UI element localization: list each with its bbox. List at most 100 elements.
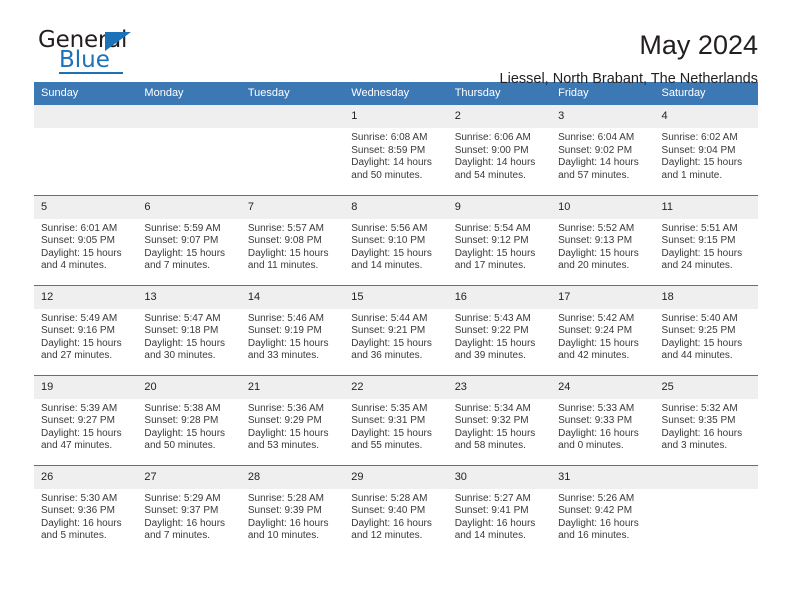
calendar-cell-day-3[interactable]: 3 Sunrise: 6:04 AM Sunset: 9:02 PM Daylight… xyxy=(551,105,655,195)
sunrise-text: Sunrise: 6:04 AM xyxy=(558,132,635,143)
daylight-text-line1: Daylight: 15 hours xyxy=(351,337,432,349)
calendar-cell-day-1[interactable]: 1 Sunrise: 6:08 AM Sunset: 8:59 PM Daylight… xyxy=(344,105,448,195)
daylight-text-line1: Daylight: 15 hours xyxy=(454,337,536,349)
day-number: 9 xyxy=(447,195,552,219)
calendar-cell-day-27[interactable]: 27 Sunrise: 5:29 AM Sunset: 9:37 PM Dayligh… xyxy=(137,464,241,555)
daylight-text-line1: Daylight: 15 hours xyxy=(144,427,226,439)
calendar-cell-day-2[interactable]: 2 Sunrise: 6:06 AM Sunset: 9:00 PM Daylight… xyxy=(447,105,552,195)
day-number: 26 xyxy=(34,465,138,489)
daylight-text-line1: Daylight: 15 hours xyxy=(41,427,122,439)
logo-underline xyxy=(59,72,123,74)
calendar-cell-day-15[interactable]: 15 Sunrise: 5:44 AM Sunset: 9:21 PM Dayligh… xyxy=(344,284,448,375)
daylight-text-line1: Daylight: 16 hours xyxy=(144,517,226,529)
weekday-header-sunday: Sunday xyxy=(34,82,138,105)
daylight-text-line1: Daylight: 16 hours xyxy=(247,517,329,529)
daylight-text-line2: and 36 minutes. xyxy=(351,350,423,362)
day-info: Sunrise: 5:35 AM Sunset: 9:31 PM Daylight:… xyxy=(344,399,447,453)
sunrise-text: Sunrise: 5:30 AM xyxy=(41,492,118,504)
calendar-cell-day-14[interactable]: 14 Sunrise: 5:46 AM Sunset: 9:19 PM Dayligh… xyxy=(240,284,345,375)
general-blue-logo[interactable]: General Blue xyxy=(34,28,144,76)
sunset-text: Sunset: 9:28 PM xyxy=(144,415,219,427)
sunrise-text: Sunrise: 5:33 AM xyxy=(558,402,635,414)
day-number: 7 xyxy=(240,195,345,219)
calendar-cell-day-8[interactable]: 8 Sunrise: 5:56 AM Sunset: 9:10 PM Daylight… xyxy=(344,194,448,285)
calendar-cell-day-22[interactable]: 22 Sunrise: 5:35 AM Sunset: 9:31 PM Dayligh… xyxy=(344,374,448,465)
sunset-text: Sunset: 9:25 PM xyxy=(661,325,736,337)
daylight-text-line2: and 3 minutes. xyxy=(661,440,728,452)
calendar-cell-day-19[interactable]: 19 Sunrise: 5:39 AM Sunset: 9:27 PM Dayligh… xyxy=(34,374,138,465)
daylight-text-line2: and 0 minutes. xyxy=(558,440,624,452)
day-info: Sunrise: 5:44 AM Sunset: 9:21 PM Daylight:… xyxy=(344,309,447,363)
calendar-cell-day-17[interactable]: 17 Sunrise: 5:42 AM Sunset: 9:24 PM Dayligh… xyxy=(551,284,655,375)
calendar-cell-day-30[interactable]: 30 Sunrise: 5:27 AM Sunset: 9:41 PM Dayligh… xyxy=(447,464,552,555)
calendar-cell-day-20[interactable]: 20 Sunrise: 5:38 AM Sunset: 9:28 PM Dayligh… xyxy=(137,374,241,465)
day-info: Sunrise: 5:42 AM Sunset: 9:24 PM Daylight:… xyxy=(551,309,654,363)
daylight-text-line2: and 44 minutes. xyxy=(661,350,733,362)
calendar-cell-day-11[interactable]: 11 Sunrise: 5:51 AM Sunset: 9:15 PM Dayligh… xyxy=(654,194,758,285)
sunrise-text: Sunrise: 5:51 AM xyxy=(661,222,738,234)
calendar-cell-day-31[interactable]: 31 Sunrise: 5:26 AM Sunset: 9:42 PM Dayligh… xyxy=(551,464,655,555)
day-info: Sunrise: 5:36 AM Sunset: 9:29 PM Daylight:… xyxy=(241,399,344,453)
weekday-header-tuesday: Tuesday xyxy=(240,82,345,105)
daylight-text-line1: Daylight: 16 hours xyxy=(351,517,432,529)
daylight-text-line1: Daylight: 15 hours xyxy=(661,337,743,349)
daylight-text-line2: and 1 minute. xyxy=(661,169,723,181)
daylight-text-line1: Daylight: 15 hours xyxy=(558,337,639,349)
calendar-cell-day-24[interactable]: 24 Sunrise: 5:33 AM Sunset: 9:33 PM Dayligh… xyxy=(551,374,655,465)
calendar-cell-day-10[interactable]: 10 Sunrise: 5:52 AM Sunset: 9:13 PM Dayligh… xyxy=(551,194,655,285)
logo-bottom-row: Blue xyxy=(38,48,144,74)
calendar-cell-empty xyxy=(654,464,758,555)
daylight-text-line1: Daylight: 15 hours xyxy=(454,247,536,259)
sunrise-text: Sunrise: 5:57 AM xyxy=(247,222,324,234)
daylight-text-line1: Daylight: 16 hours xyxy=(454,517,536,529)
daylight-text-line2: and 24 minutes. xyxy=(661,260,733,272)
calendar-cell-day-7[interactable]: 7 Sunrise: 5:57 AM Sunset: 9:08 PM Daylight… xyxy=(240,194,345,285)
calendar-cell-day-23[interactable]: 23 Sunrise: 5:34 AM Sunset: 9:32 PM Dayligh… xyxy=(447,374,552,465)
sunset-text: Sunset: 9:19 PM xyxy=(247,325,322,337)
sunrise-text: Sunrise: 5:36 AM xyxy=(247,402,324,414)
calendar-cell-day-5[interactable]: 5 Sunrise: 6:01 AM Sunset: 9:05 PM Daylight… xyxy=(34,194,138,285)
calendar-cell-day-6[interactable]: 6 Sunrise: 5:59 AM Sunset: 9:07 PM Daylight… xyxy=(137,194,241,285)
calendar-cell-day-13[interactable]: 13 Sunrise: 5:47 AM Sunset: 9:18 PM Dayligh… xyxy=(137,284,241,375)
calendar-cell-day-29[interactable]: 29 Sunrise: 5:28 AM Sunset: 9:40 PM Dayligh… xyxy=(344,464,448,555)
day-info: Sunrise: 5:46 AM Sunset: 9:19 PM Daylight:… xyxy=(241,309,344,363)
day-info: Sunrise: 5:40 AM Sunset: 9:25 PM Daylight:… xyxy=(655,309,758,363)
sunrise-text: Sunrise: 5:39 AM xyxy=(41,402,118,414)
calendar-cell-day-28[interactable]: 28 Sunrise: 5:28 AM Sunset: 9:39 PM Dayligh… xyxy=(240,464,345,555)
day-info: Sunrise: 5:57 AM Sunset: 9:08 PM Daylight:… xyxy=(241,219,344,273)
calendar-cell-day-16[interactable]: 16 Sunrise: 5:43 AM Sunset: 9:22 PM Dayligh… xyxy=(447,284,552,375)
daylight-text-line1: Daylight: 15 hours xyxy=(41,337,122,349)
daylight-text-line2: and 47 minutes. xyxy=(41,440,113,452)
calendar-cell-day-12[interactable]: 12 Sunrise: 5:49 AM Sunset: 9:16 PM Dayligh… xyxy=(34,284,138,375)
daylight-text-line1: Daylight: 15 hours xyxy=(351,247,432,259)
day-info: Sunrise: 5:33 AM Sunset: 9:33 PM Daylight:… xyxy=(551,399,654,453)
sunset-text: Sunset: 9:16 PM xyxy=(41,325,115,337)
day-info: Sunrise: 6:04 AM Sunset: 9:02 PM Daylight:… xyxy=(551,128,654,182)
day-info: Sunrise: 5:28 AM Sunset: 9:39 PM Daylight:… xyxy=(241,489,344,543)
day-number: 17 xyxy=(551,285,655,309)
day-info: Sunrise: 5:39 AM Sunset: 9:27 PM Daylight:… xyxy=(34,399,137,453)
daylight-text-line2: and 57 minutes. xyxy=(558,169,630,181)
sunset-text: Sunset: 9:21 PM xyxy=(351,325,426,337)
sunrise-text: Sunrise: 5:49 AM xyxy=(41,312,118,324)
sunrise-text: Sunrise: 5:34 AM xyxy=(454,402,531,414)
daylight-text-line1: Daylight: 16 hours xyxy=(558,427,639,439)
day-info: Sunrise: 5:29 AM Sunset: 9:37 PM Daylight:… xyxy=(137,489,240,543)
calendar-cell-day-26[interactable]: 26 Sunrise: 5:30 AM Sunset: 9:36 PM Dayligh… xyxy=(34,464,138,555)
sunrise-text: Sunrise: 5:26 AM xyxy=(558,492,635,504)
day-number: 30 xyxy=(447,465,552,489)
calendar-cell-day-9[interactable]: 9 Sunrise: 5:54 AM Sunset: 9:12 PM Daylight… xyxy=(447,194,552,285)
calendar-cell-day-21[interactable]: 21 Sunrise: 5:36 AM Sunset: 9:29 PM Dayligh… xyxy=(240,374,345,465)
day-number xyxy=(137,105,241,128)
daylight-text-line2: and 55 minutes. xyxy=(351,440,423,452)
calendar-cell-day-4[interactable]: 4 Sunrise: 6:02 AM Sunset: 9:04 PM Daylight… xyxy=(654,105,758,195)
calendar-cell-day-25[interactable]: 25 Sunrise: 5:32 AM Sunset: 9:35 PM Dayligh… xyxy=(654,374,758,465)
sunset-text: Sunset: 9:10 PM xyxy=(351,235,426,247)
page-header: General Blue May 2024 Liessel, North Bra… xyxy=(34,0,758,87)
daylight-text-line1: Daylight: 15 hours xyxy=(661,247,743,259)
daylight-text-line2: and 30 minutes. xyxy=(144,350,216,362)
daylight-text-line2: and 50 minutes. xyxy=(144,440,216,452)
calendar-week-row: 12 Sunrise: 5:49 AM Sunset: 9:16 PM Dayligh… xyxy=(34,284,758,375)
calendar-cell-day-18[interactable]: 18 Sunrise: 5:40 AM Sunset: 9:25 PM Dayligh… xyxy=(654,284,758,375)
day-number: 13 xyxy=(137,285,241,309)
